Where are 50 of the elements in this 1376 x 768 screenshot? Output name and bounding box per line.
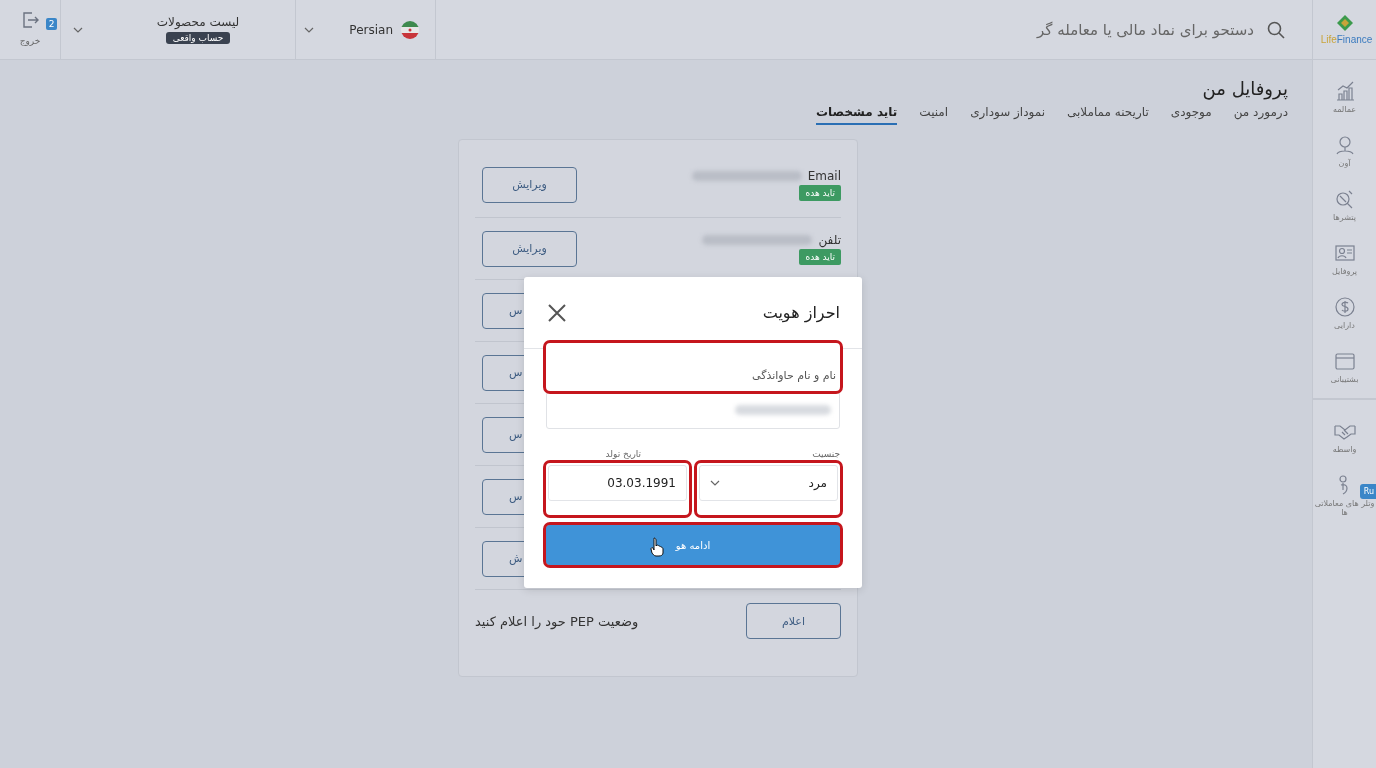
logo[interactable]: LifeFinance	[1313, 0, 1376, 60]
sidebar-item[interactable]: پتشرها	[1314, 188, 1375, 222]
id-card-icon	[1333, 242, 1356, 264]
field-label: تلفن	[818, 232, 841, 247]
hand-cursor-icon	[650, 537, 664, 557]
row-text: وضعیت PEP حود را اعلام کنید	[475, 613, 639, 629]
logo-icon	[1335, 14, 1354, 32]
close-icon	[548, 303, 566, 322]
continue-button[interactable]: ادامه هو	[546, 525, 840, 565]
sidebar-item[interactable]: عمالمه	[1314, 80, 1375, 114]
edit-button[interactable]: ویرایش	[482, 166, 577, 203]
sidebar-item[interactable]: دارایی	[1314, 296, 1375, 330]
language-dropdown[interactable]: Persian	[296, 0, 436, 59]
chevron-down-icon	[710, 480, 720, 486]
search-icon	[1266, 19, 1286, 40]
tab[interactable]: درمورد من	[1233, 105, 1288, 125]
sidebar-item[interactable]: پروفایل	[1314, 242, 1375, 276]
sidebar-item[interactable]: بشتیبانی	[1314, 350, 1375, 384]
input-field[interactable]	[546, 391, 840, 429]
account-badge: حساب واقعی	[165, 32, 231, 44]
field-label: Email	[807, 168, 841, 183]
tab[interactable]: موجودی	[1170, 105, 1212, 125]
field-label: تاریخ تولد	[605, 449, 641, 459]
tab[interactable]: تاریحنه مماملابی	[1067, 105, 1149, 125]
products-dropdown[interactable]: لیست محصولات حساب واقعی	[61, 0, 296, 59]
products-title: لیست محصولات	[156, 15, 240, 29]
edit-button[interactable]: اعلام	[746, 603, 841, 639]
close-button[interactable]	[546, 301, 568, 324]
logout-icon	[20, 10, 40, 30]
flag-icon	[401, 20, 419, 39]
dollar-icon	[1333, 296, 1356, 318]
status-badge: تاید هده	[799, 248, 841, 265]
edit-button[interactable]: ویرایش	[482, 230, 577, 267]
chevron-down-icon	[73, 26, 83, 33]
tab[interactable]: تاید مشخصات	[816, 105, 898, 125]
sidebar-item[interactable]: آون	[1314, 134, 1375, 168]
dialog-title: احراز هویت	[762, 303, 840, 322]
page-title: پروفایل من	[1201, 78, 1288, 99]
search-field[interactable]: دستحو برای نماد مالی یا معامله گر	[1012, 19, 1256, 40]
field-label: جنسیت	[812, 449, 840, 459]
sidebar-item[interactable]: واسطه	[1314, 420, 1375, 454]
status-badge: تاید هده	[799, 184, 841, 201]
tab[interactable]: امنیت	[919, 105, 949, 125]
language-label: Persian	[348, 22, 393, 37]
count-badge: 2	[45, 18, 58, 30]
name-field[interactable]: نام و نام حاوانذگی	[546, 343, 840, 391]
window-icon	[1333, 350, 1356, 372]
tab[interactable]: نموداز سوداری	[970, 105, 1046, 125]
language-badge: Ru	[1359, 484, 1376, 499]
chevron-down-icon	[304, 26, 314, 33]
